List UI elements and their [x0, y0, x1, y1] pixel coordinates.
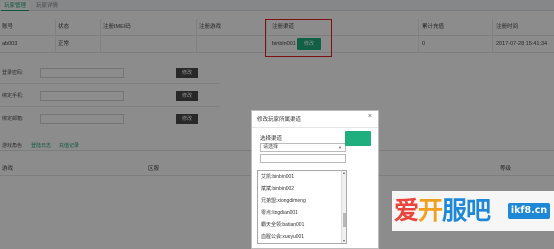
watermark-char: 爱 — [394, 196, 419, 225]
dropdown-option[interactable]: 兄弟盟:xiongdimeng — [261, 196, 306, 207]
dropdown-option[interactable]: 血腥公会:xueyu001 — [261, 232, 304, 243]
confirm-button[interactable] — [345, 131, 371, 146]
close-icon[interactable]: × — [368, 113, 372, 120]
channel-select-label: 选择渠道 — [260, 136, 283, 142]
dropdown-option[interactable]: 艾凯:binbin001 — [261, 172, 294, 183]
dropdown-option[interactable]: 零点:lingdian001 — [261, 208, 298, 219]
site-watermark: 爱开服吧 ikf8.cn — [392, 191, 554, 231]
channel-dropdown-list: 艾凯:binbin001 斌斌:binbin002 兄弟盟:xiongdimen… — [257, 170, 347, 244]
chevron-down-icon: ▼ — [338, 145, 342, 150]
scroll-down-icon[interactable]: ▼ — [342, 239, 346, 243]
dropdown-scrollbar[interactable]: ▲ ▼ — [341, 171, 346, 243]
scroll-up-icon[interactable]: ▲ — [342, 171, 346, 175]
channel-search-input[interactable] — [260, 154, 346, 163]
channel-select-value: 请选择 — [263, 144, 279, 150]
watermark-char: 开 — [418, 196, 443, 225]
watermark-url: ikf8.cn — [508, 203, 550, 219]
dropdown-option[interactable]: 斌斌:binbin002 — [261, 184, 294, 195]
dropdown-option[interactable]: 霸天全领:batian001 — [261, 220, 304, 231]
scrollbar-thumb[interactable] — [343, 213, 346, 227]
modal-title: 修改玩家所属渠道 — [257, 117, 302, 123]
channel-select[interactable]: 请选择 ▼ — [260, 143, 346, 152]
modal-divider — [252, 127, 378, 128]
watermark-logo-text: 爱开服吧 — [394, 194, 491, 228]
watermark-char: 吧 — [466, 196, 491, 225]
watermark-char: 服 — [442, 196, 467, 225]
